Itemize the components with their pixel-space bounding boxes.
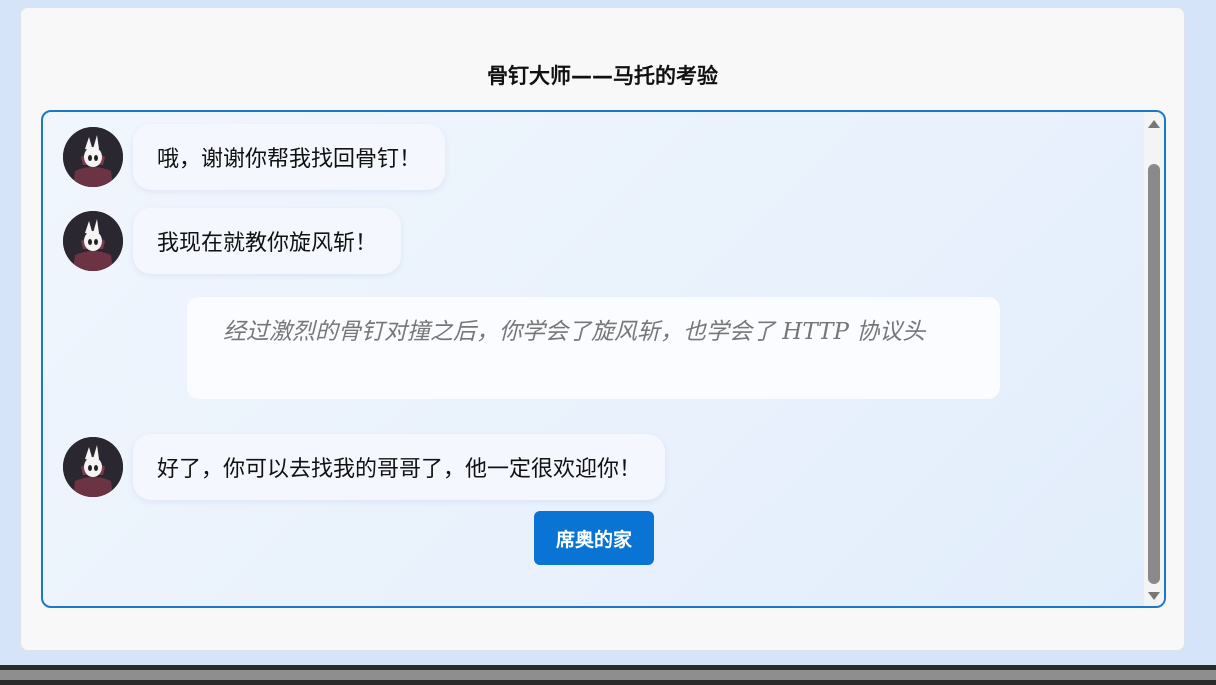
chat-message: 好了，你可以去找我的哥哥了，他一定很欢迎你！ <box>63 434 666 500</box>
chat-scrollbar[interactable] <box>1144 112 1164 606</box>
knight-avatar-icon <box>63 127 123 187</box>
scroll-thumb[interactable] <box>1148 164 1160 584</box>
page-title: 骨钉大师——马托的考验 <box>487 64 718 88</box>
chat-message: 哦，谢谢你帮我找回骨钉！ <box>63 124 446 190</box>
message-bubble: 我现在就教你旋风斩！ <box>133 208 402 274</box>
taskbar <box>0 665 1216 685</box>
message-bubble: 好了，你可以去找我的哥哥了，他一定很欢迎你！ <box>133 434 666 500</box>
knight-avatar-icon <box>63 211 123 271</box>
narration-box: 经过激烈的骨钉对撞之后，你学会了旋风斩，也学会了 HTTP 协议头 <box>187 297 1000 399</box>
knight-avatar-icon <box>63 437 123 497</box>
message-bubble: 哦，谢谢你帮我找回骨钉！ <box>133 124 446 190</box>
taskbar-strip <box>0 670 1216 680</box>
scroll-up-arrow-icon[interactable] <box>1148 120 1160 128</box>
game-card: 骨钉大师——马托的考验 哦，谢谢你帮我找回骨钉！ 我现在就教你旋风斩！ 经过激烈… <box>20 7 1185 651</box>
chat-message: 我现在就教你旋风斩！ <box>63 208 402 274</box>
chat-panel[interactable]: 哦，谢谢你帮我找回骨钉！ 我现在就教你旋风斩！ 经过激烈的骨钉对撞之后，你学会了… <box>41 110 1166 608</box>
scroll-down-arrow-icon[interactable] <box>1148 592 1160 600</box>
next-location-button[interactable]: 席奥的家 <box>534 511 654 565</box>
